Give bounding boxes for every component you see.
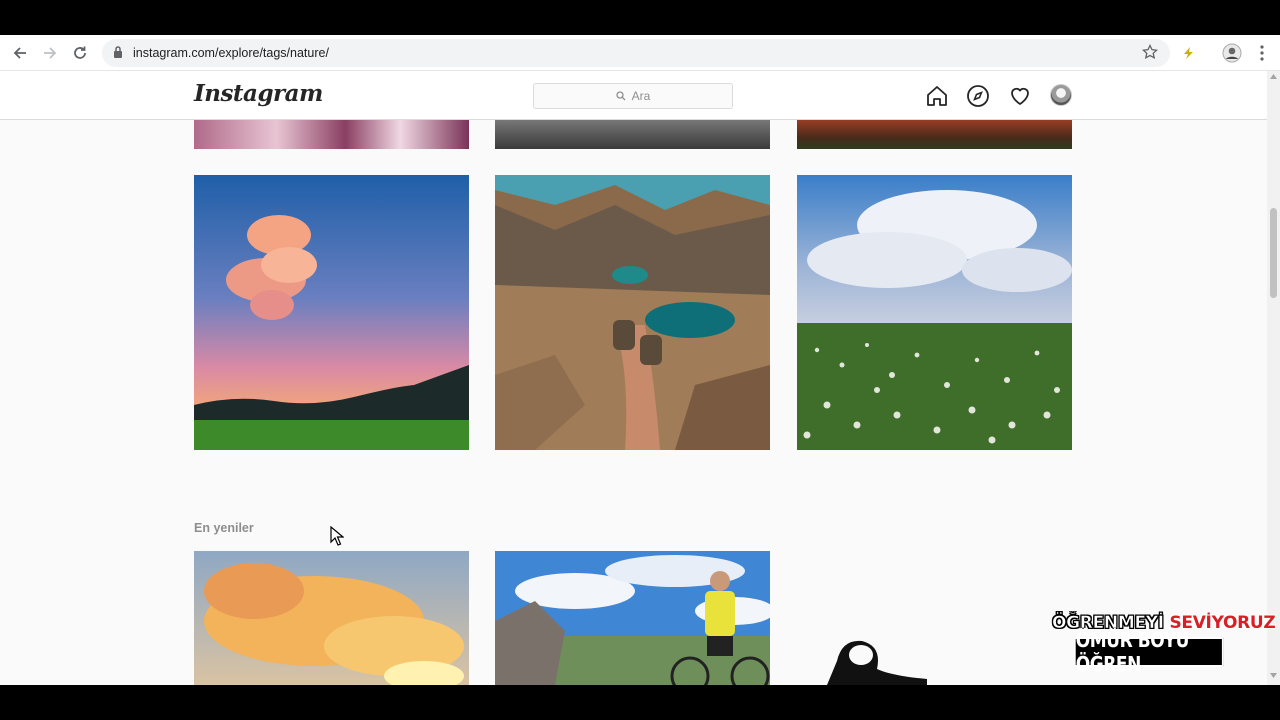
instagram-logo[interactable]: Instagram xyxy=(194,80,323,107)
reload-icon xyxy=(74,46,86,59)
scroll-up-icon[interactable] xyxy=(1270,74,1277,79)
address-bar[interactable]: instagram.com/explore/tags/nature/ xyxy=(102,39,1170,67)
screen: instagram.com/explore/tags/nature/ Insta… xyxy=(0,0,1280,720)
profile-avatar[interactable] xyxy=(1050,84,1072,106)
home-icon xyxy=(927,86,947,106)
url-text: instagram.com/explore/tags/nature/ xyxy=(133,46,329,60)
mouse-cursor-icon xyxy=(330,526,344,546)
menu-dots-icon xyxy=(1260,45,1264,61)
section-title-recent: En yeniler xyxy=(194,521,254,535)
lock-icon xyxy=(114,46,122,58)
channel-watermark: ÖĞRENMEYİ SEVİYORUZ ÖMÜR BOYU ÖĞREN xyxy=(1050,610,1276,676)
instagram-page: Instagram Ara En yeniler xyxy=(0,71,1267,685)
forward-arrow-icon xyxy=(44,47,57,59)
page-scrollbar[interactable] xyxy=(1267,71,1280,685)
extension-icon xyxy=(1184,47,1193,59)
menu-button[interactable] xyxy=(1250,41,1274,65)
cyclist-image xyxy=(495,551,770,685)
reload-button[interactable] xyxy=(68,41,92,65)
sunset-cloud-image xyxy=(194,175,469,450)
heart-icon xyxy=(1011,87,1029,105)
post-thumbnail[interactable] xyxy=(797,175,1072,450)
post-thumbnail[interactable] xyxy=(797,551,1072,685)
flower-field-image xyxy=(797,175,1072,450)
profile-button[interactable] xyxy=(1220,41,1244,65)
post-thumbnail[interactable] xyxy=(495,175,770,450)
activity-button[interactable] xyxy=(1007,83,1033,109)
search-input[interactable]: Ara xyxy=(533,83,733,109)
profile-icon xyxy=(1222,43,1242,63)
extension-button[interactable] xyxy=(1176,41,1200,65)
golden-cloud-image xyxy=(194,551,469,685)
search-placeholder: Ara xyxy=(631,89,651,103)
mountain-lake-image xyxy=(495,175,770,450)
back-arrow-icon xyxy=(13,47,26,59)
search-icon xyxy=(616,91,626,101)
home-button[interactable] xyxy=(924,83,950,109)
scroll-thumb[interactable] xyxy=(1270,208,1277,298)
watermark-line2: ÖMÜR BOYU ÖĞREN xyxy=(1074,628,1224,676)
post-thumbnail[interactable] xyxy=(194,175,469,450)
scroll-down-icon[interactable] xyxy=(1270,673,1277,678)
explore-button[interactable] xyxy=(965,83,991,109)
post-thumbnail[interactable] xyxy=(194,551,469,685)
browser-toolbar: instagram.com/explore/tags/nature/ xyxy=(0,35,1280,71)
post-thumbnail[interactable] xyxy=(495,551,770,685)
forward-button[interactable] xyxy=(38,41,62,65)
star-icon[interactable] xyxy=(1142,44,1158,60)
compass-icon xyxy=(967,85,989,107)
animal-silhouette-image xyxy=(827,640,927,685)
ig-header: Instagram Ara xyxy=(0,71,1267,120)
back-button[interactable] xyxy=(8,41,32,65)
